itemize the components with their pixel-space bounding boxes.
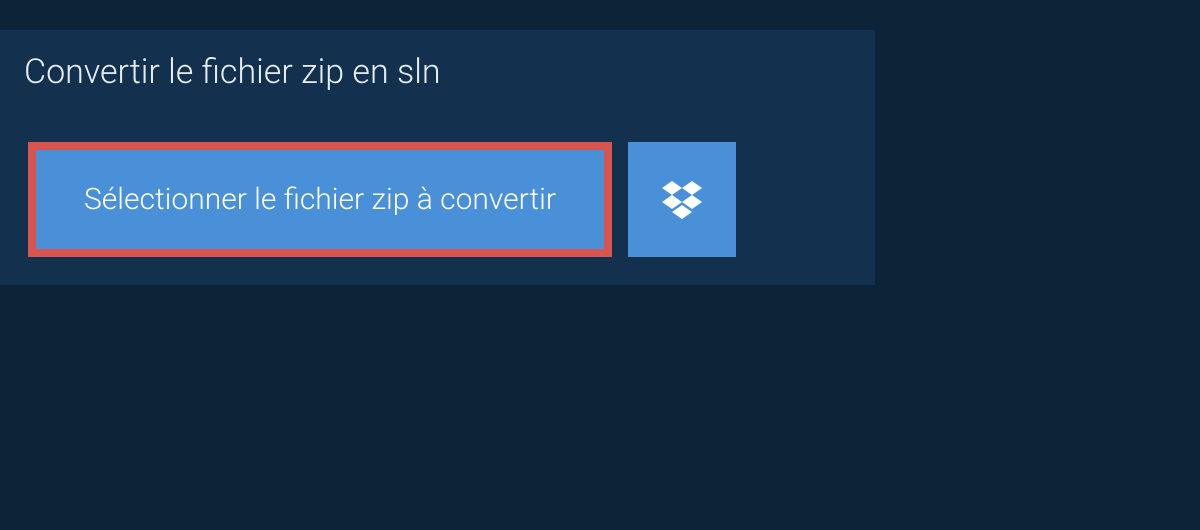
dropbox-icon [662, 181, 702, 219]
select-file-button[interactable]: Sélectionner le fichier zip à convertir [28, 142, 612, 257]
page-title: Convertir le fichier zip en sln [0, 30, 471, 114]
dropbox-button[interactable] [628, 142, 736, 257]
select-file-label: Sélectionner le fichier zip à convertir [84, 182, 556, 217]
content-area: Sélectionner le fichier zip à convertir [0, 114, 875, 285]
button-row: Sélectionner le fichier zip à convertir [28, 142, 847, 257]
converter-panel: Convertir le fichier zip en sln Sélectio… [0, 30, 875, 285]
